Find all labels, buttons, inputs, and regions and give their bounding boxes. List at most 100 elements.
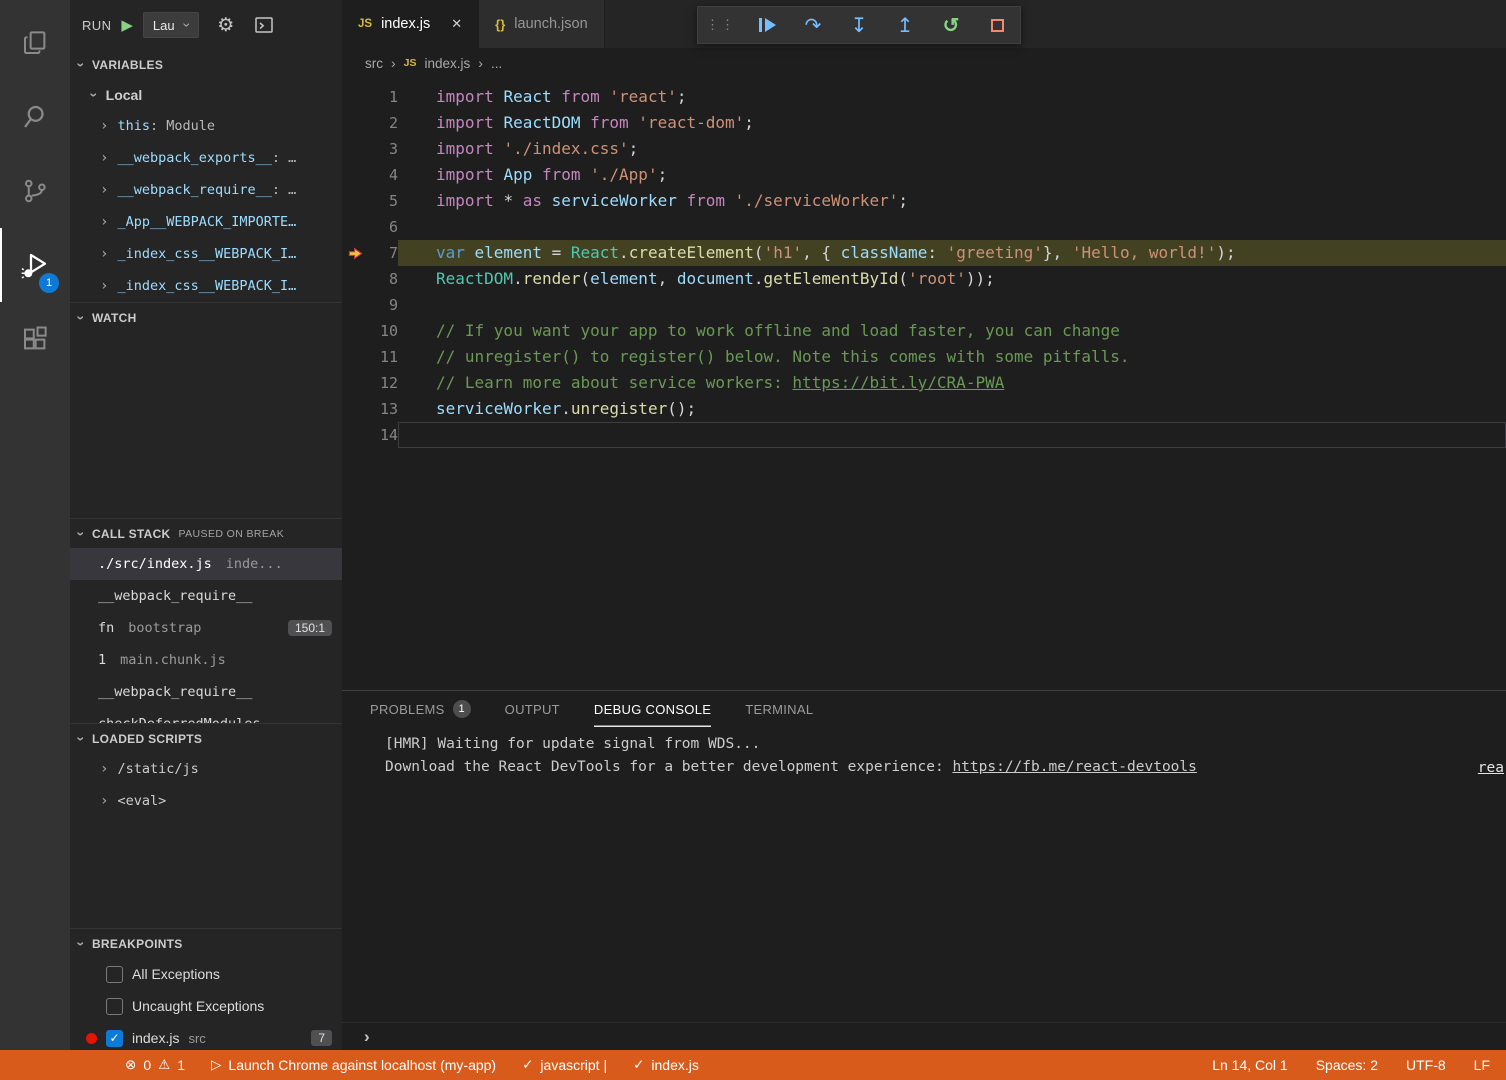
breakpoint-gutter[interactable] [342, 162, 368, 188]
close-icon[interactable]: ✕ [451, 16, 462, 32]
variable-row[interactable]: ›_index_css__WEBPACK_I… [70, 238, 342, 270]
code-line[interactable]: 12// Learn more about service workers: h… [342, 370, 1506, 396]
code-line[interactable]: 8ReactDOM.render(element, document.getEl… [342, 266, 1506, 292]
call-stack-frame[interactable]: ./src/index.jsinde... [70, 548, 342, 580]
step-out-button[interactable]: ↥ [892, 12, 918, 38]
call-stack-frame[interactable]: checkDeferredModules [70, 708, 342, 723]
editor-tab-launch-json[interactable]: {}launch.json [479, 0, 604, 48]
continue-button[interactable] [754, 12, 780, 38]
breakpoint-gutter[interactable] [342, 214, 368, 240]
code-editor[interactable]: 1import React from 'react';2import React… [342, 78, 1506, 690]
code-line[interactable]: 6 [342, 214, 1506, 240]
step-over-button[interactable]: ↷ [800, 12, 826, 38]
line-number[interactable]: 7 [368, 240, 398, 266]
breadcrumb-file[interactable]: index.js [425, 56, 471, 71]
variable-row[interactable]: ›this: Module [70, 110, 342, 142]
call-stack-frame[interactable]: fnbootstrap150:1 [70, 612, 342, 644]
run-and-debug-icon[interactable]: 1 [0, 228, 70, 302]
breakpoint-gutter[interactable] [342, 422, 368, 448]
source-control-icon[interactable] [0, 154, 70, 228]
line-number[interactable]: 9 [368, 292, 398, 318]
breakpoint-row[interactable]: Uncaught Exceptions [70, 990, 342, 1022]
line-number[interactable]: 14 [368, 422, 398, 448]
line-number[interactable]: 11 [368, 344, 398, 370]
restart-button[interactable]: ↺ [938, 12, 964, 38]
breakpoint-gutter[interactable] [342, 110, 368, 136]
breakpoint-row[interactable]: All Exceptions [70, 958, 342, 990]
indentation[interactable]: Spaces: 2 [1316, 1057, 1378, 1073]
line-number[interactable]: 8 [368, 266, 398, 292]
breakpoint-gutter[interactable] [342, 84, 368, 110]
line-number[interactable]: 1 [368, 84, 398, 110]
breadcrumb-symbol[interactable]: ... [491, 56, 502, 71]
variable-row[interactable]: ›_App__WEBPACK_IMPORTE… [70, 206, 342, 238]
breakpoint-gutter[interactable] [342, 344, 368, 370]
call-stack-frame[interactable]: __webpack_require__ [70, 580, 342, 612]
code-line[interactable]: 2import ReactDOM from 'react-dom'; [342, 110, 1506, 136]
line-number[interactable]: 12 [368, 370, 398, 396]
search-icon[interactable] [0, 80, 70, 154]
code-line[interactable]: 11// unregister() to register() below. N… [342, 344, 1506, 370]
console-truncated-link[interactable]: rea [1478, 757, 1504, 780]
variables-scope-local[interactable]: › Local [70, 80, 342, 110]
breadcrumb[interactable]: src › JS index.js › ... [342, 48, 1506, 78]
code-line[interactable]: 10// If you want your app to work offlin… [342, 318, 1506, 344]
code-line[interactable]: 14 [342, 422, 1506, 448]
section-header-watch[interactable]: › WATCH [70, 302, 342, 332]
encoding[interactable]: UTF-8 [1406, 1057, 1446, 1073]
section-header-variables[interactable]: › VARIABLES [70, 50, 342, 80]
panel-tab-output[interactable]: OUTPUT [505, 691, 560, 727]
section-header-breakpoints[interactable]: › BREAKPOINTS [70, 928, 342, 958]
gear-icon[interactable]: ⚙ [217, 14, 234, 37]
panel-tab-terminal[interactable]: TERMINAL [745, 691, 813, 727]
breakpoint-row[interactable]: ✓index.jssrc7 [70, 1022, 342, 1050]
line-number[interactable]: 6 [368, 214, 398, 240]
variable-row[interactable]: ›__webpack_require__: … [70, 174, 342, 206]
debug-console-input[interactable]: › [342, 1022, 1506, 1050]
console-link[interactable]: https://fb.me/react-devtools [952, 759, 1196, 775]
code-line[interactable]: 3import './index.css'; [342, 136, 1506, 162]
breakpoint-gutter[interactable] [342, 370, 368, 396]
language-status[interactable]: ✓ javascript | [522, 1057, 607, 1073]
panel-tab-problems[interactable]: PROBLEMS1 [370, 691, 471, 727]
editor-tab-index-js[interactable]: JSindex.js✕ [342, 0, 479, 48]
start-debugging-button[interactable]: ▶ [121, 16, 133, 34]
launch-config-select[interactable]: Lau › [143, 12, 199, 38]
panel-tab-debug-console[interactable]: DEBUG CONSOLE [594, 691, 711, 727]
code-line[interactable]: 13serviceWorker.unregister(); [342, 396, 1506, 422]
cursor-position[interactable]: Ln 14, Col 1 [1212, 1057, 1288, 1073]
breakpoint-gutter[interactable] [342, 266, 368, 292]
variable-row[interactable]: ›__webpack_exports__: … [70, 142, 342, 174]
explorer-icon[interactable] [0, 6, 70, 80]
code-line[interactable]: 4import App from './App'; [342, 162, 1506, 188]
loaded-script-row[interactable]: ›<eval> [70, 785, 342, 817]
code-line[interactable]: 9 [342, 292, 1506, 318]
line-number[interactable]: 3 [368, 136, 398, 162]
drag-handle-icon[interactable]: ⋮⋮ [708, 12, 734, 38]
line-number[interactable]: 4 [368, 162, 398, 188]
line-number[interactable]: 2 [368, 110, 398, 136]
breadcrumb-folder[interactable]: src [365, 56, 383, 71]
section-header-call-stack[interactable]: › CALL STACK PAUSED ON BREAK [70, 518, 342, 548]
file-status[interactable]: ✓ index.js [633, 1057, 699, 1073]
code-link[interactable]: https://bit.ly/CRA-PWA [792, 373, 1004, 392]
launch-configuration-status[interactable]: ▷ Launch Chrome against localhost (my-ap… [211, 1057, 496, 1073]
code-line[interactable]: 7var element = React.createElement('h1',… [342, 240, 1506, 266]
breakpoint-gutter[interactable] [342, 188, 368, 214]
call-stack-frame[interactable]: __webpack_require__ [70, 676, 342, 708]
line-number[interactable]: 10 [368, 318, 398, 344]
stop-button[interactable] [984, 12, 1010, 38]
breakpoint-gutter[interactable] [342, 292, 368, 318]
end-of-line[interactable]: LF [1474, 1057, 1490, 1073]
debug-current-line-arrow-icon[interactable] [342, 240, 368, 266]
code-line[interactable]: 5import * as serviceWorker from './servi… [342, 188, 1506, 214]
extensions-icon[interactable] [0, 302, 70, 376]
line-number[interactable]: 13 [368, 396, 398, 422]
breakpoint-gutter[interactable] [342, 136, 368, 162]
debug-console-panel-icon[interactable] [252, 13, 276, 37]
breakpoint-checkbox[interactable] [106, 966, 123, 983]
code-line[interactable]: 1import React from 'react'; [342, 84, 1506, 110]
variable-row[interactable]: ›_index_css__WEBPACK_I… [70, 270, 342, 302]
call-stack-frame[interactable]: 1main.chunk.js [70, 644, 342, 676]
step-into-button[interactable]: ↧ [846, 12, 872, 38]
